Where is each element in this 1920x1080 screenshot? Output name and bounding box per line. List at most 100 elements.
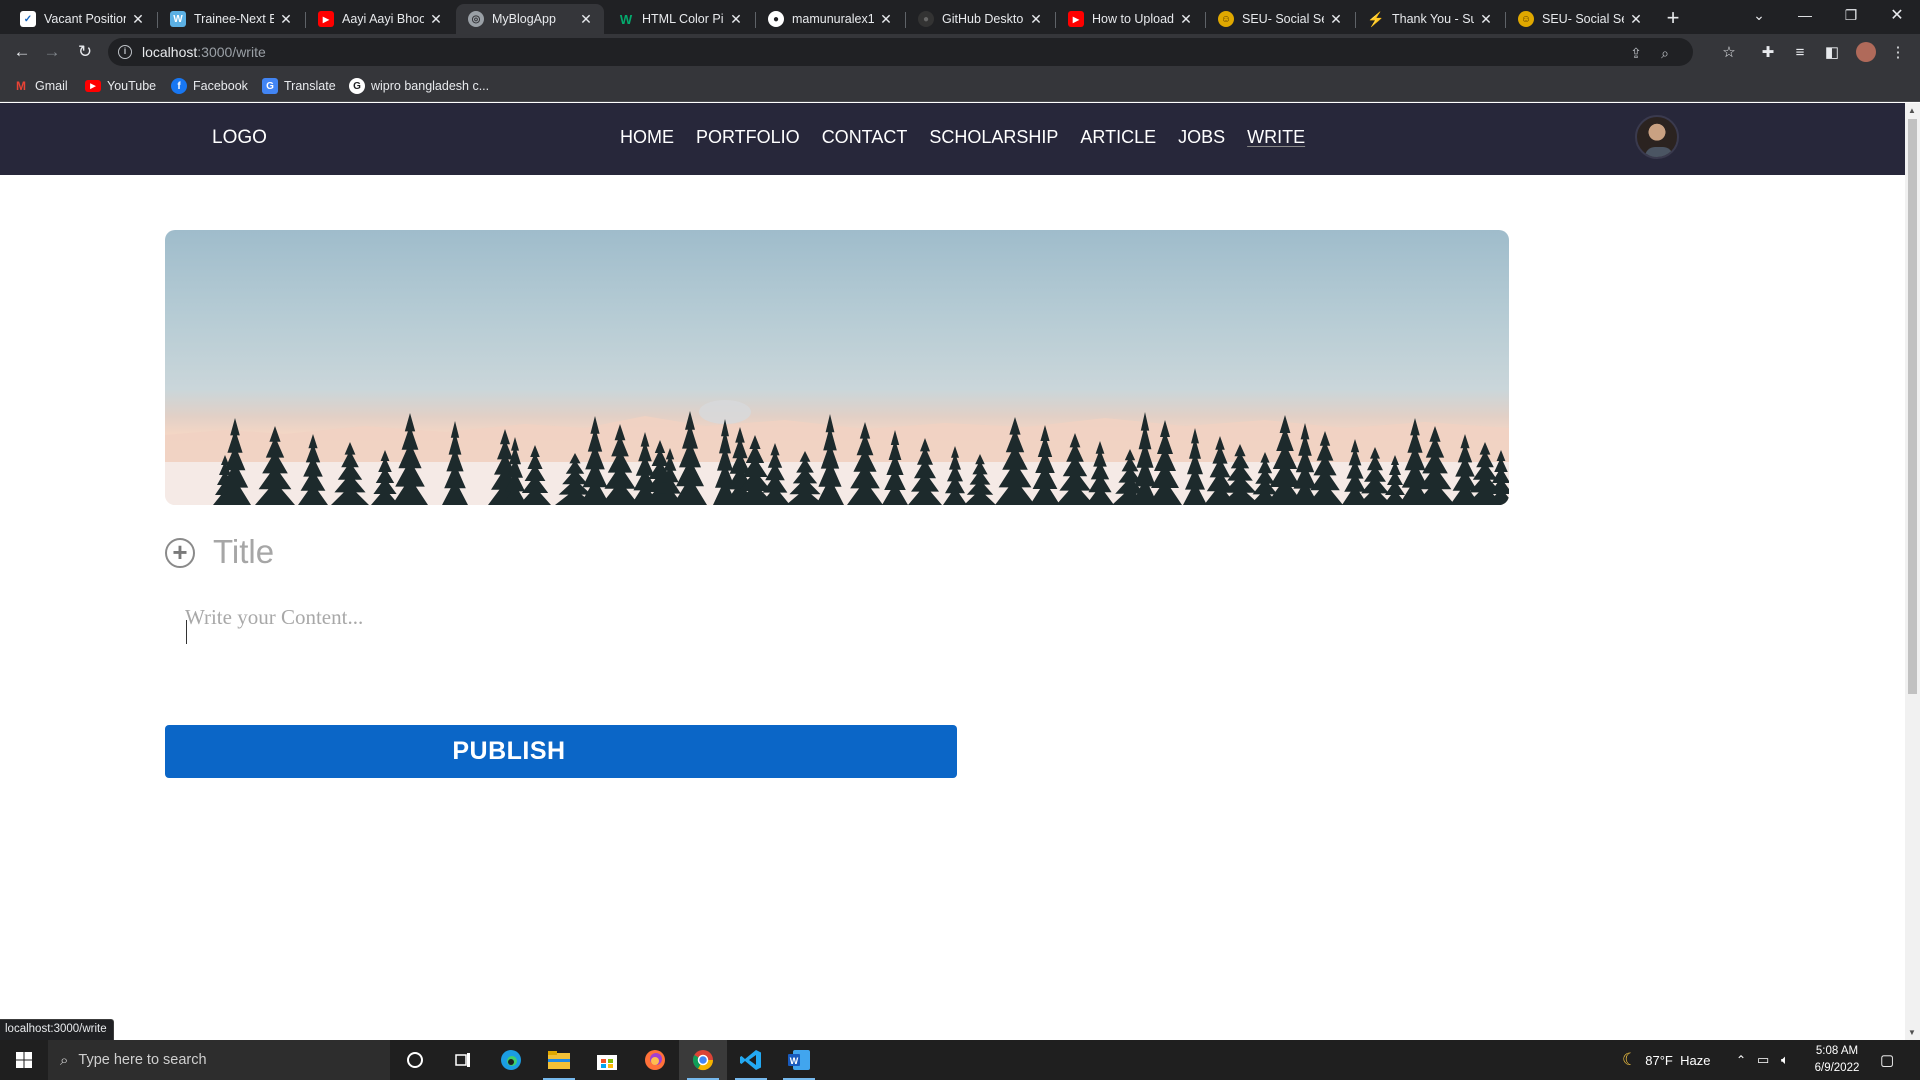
bookmark-youtube[interactable]: ▶ YouTube xyxy=(85,77,156,95)
system-clock[interactable]: 5:08 AM 6/9/2022 xyxy=(1800,1043,1874,1077)
svg-text:W: W xyxy=(790,1056,799,1066)
bolt-icon: ⚡ xyxy=(1367,10,1385,27)
seu-icon: ☺ xyxy=(1518,11,1534,27)
nav-article[interactable]: ARTICLE xyxy=(1080,127,1156,148)
store-icon[interactable] xyxy=(583,1040,631,1080)
close-icon[interactable]: ✕ xyxy=(428,11,444,28)
nav-write[interactable]: WRITE xyxy=(1247,127,1305,148)
start-button[interactable] xyxy=(0,1040,48,1080)
taskbar-search-box[interactable]: ⌕ Type here to search xyxy=(48,1040,390,1080)
scroll-up-icon[interactable]: ▲ xyxy=(1908,106,1916,115)
browser-tab[interactable]: ☺ SEU- Social Serv ✕ xyxy=(1206,4,1354,34)
close-icon[interactable]: ✕ xyxy=(278,11,294,28)
browser-tab[interactable]: W HTML Color Pick ✕ xyxy=(606,4,754,34)
vscode-icon[interactable] xyxy=(727,1040,775,1080)
close-icon[interactable]: ✕ xyxy=(728,11,744,28)
task-view-icon[interactable] xyxy=(439,1040,487,1080)
bookmark-facebook[interactable]: f Facebook xyxy=(171,77,248,95)
page-scrollbar[interactable]: ▲ ▼ xyxy=(1905,103,1920,1040)
browser-tab[interactable]: ✓ Vacant Positions ✕ xyxy=(8,4,156,34)
publish-button[interactable]: PUBLISH xyxy=(165,725,957,778)
address-bar[interactable]: i localhost:3000/write ⌕ ⇪ xyxy=(108,38,1693,66)
back-icon[interactable]: ← xyxy=(10,40,34,64)
bookmark-label: Translate xyxy=(284,79,336,93)
show-hidden-icons-icon[interactable]: ⌃ xyxy=(1736,1040,1746,1080)
zoom-icon[interactable]: ⌕ xyxy=(1656,44,1674,62)
forward-icon[interactable]: → xyxy=(40,40,64,64)
restore-icon[interactable]: ❐ xyxy=(1828,0,1874,30)
translate-icon: G xyxy=(262,78,278,94)
bookmark-label: wipro bangladesh c... xyxy=(371,79,490,93)
close-icon[interactable]: ✕ xyxy=(1178,11,1194,28)
browser-tab-active[interactable]: ◎ MyBlogApp ✕ xyxy=(456,4,604,34)
side-panel-icon[interactable]: ◧ xyxy=(1822,42,1842,62)
word-icon[interactable]: W xyxy=(775,1040,823,1080)
browser-tab[interactable]: W Trainee-Next Bu ✕ xyxy=(158,4,304,34)
address-url[interactable]: localhost:3000/write xyxy=(142,44,266,60)
tab-title: HTML Color Pick xyxy=(642,12,724,26)
site-info-icon[interactable]: i xyxy=(118,45,132,59)
bookmark-translate[interactable]: G Translate xyxy=(262,77,336,95)
browser-tab[interactable]: ● GitHub Desktop ✕ xyxy=(906,4,1054,34)
scrollbar-thumb[interactable] xyxy=(1908,119,1917,694)
content-textarea[interactable] xyxy=(185,605,1485,665)
title-input[interactable] xyxy=(213,530,1413,574)
bookmarks-bar: M Gmail ▶ YouTube f Facebook G Translate… xyxy=(0,70,1920,102)
text-caret xyxy=(186,620,187,644)
more-menu-icon[interactable]: ⋮ xyxy=(1888,42,1908,62)
close-icon[interactable]: ✕ xyxy=(878,11,894,28)
bookmark-gmail[interactable]: M Gmail xyxy=(13,77,68,95)
cortana-icon[interactable] xyxy=(391,1040,439,1080)
tab-title: SEU- Social Serv xyxy=(1242,12,1324,26)
window-close-icon[interactable]: ✕ xyxy=(1874,0,1920,30)
browser-tab[interactable]: ⚡ Thank You - Sub ✕ xyxy=(1356,4,1504,34)
user-avatar[interactable] xyxy=(1635,115,1679,159)
close-icon[interactable]: ✕ xyxy=(578,11,594,28)
browser-tab[interactable]: ▶ Aayi Aayi Bhoot ✕ xyxy=(306,4,454,34)
profile-avatar-icon[interactable] xyxy=(1856,42,1876,62)
browser-tab[interactable]: ☺ SEU- Social Serv ✕ xyxy=(1506,4,1654,34)
nav-menu: HOME PORTFOLIO CONTACT SCHOLARSHIP ARTIC… xyxy=(620,127,1327,148)
share-icon[interactable]: ⇪ xyxy=(1627,44,1645,62)
bookmark-wipro[interactable]: G wipro bangladesh c... xyxy=(349,77,489,95)
close-icon[interactable]: ✕ xyxy=(1478,11,1494,28)
new-tab-button[interactable]: + xyxy=(1660,6,1686,32)
extensions-icon[interactable]: ✚ xyxy=(1758,42,1778,62)
firefox-icon[interactable] xyxy=(631,1040,679,1080)
close-icon[interactable]: ✕ xyxy=(1328,11,1344,28)
tab-title: Aayi Aayi Bhoot xyxy=(342,12,424,26)
close-icon[interactable]: ✕ xyxy=(130,11,146,28)
nav-scholarship[interactable]: SCHOLARSHIP xyxy=(929,127,1058,148)
tab-title: How to Upload xyxy=(1092,12,1174,26)
site-navbar: LOGO HOME PORTFOLIO CONTACT SCHOLARSHIP … xyxy=(0,103,1905,175)
network-icon[interactable]: ▭ xyxy=(1757,1040,1769,1080)
edge-icon[interactable] xyxy=(487,1040,535,1080)
nav-portfolio[interactable]: PORTFOLIO xyxy=(696,127,800,148)
snowy-forest-image xyxy=(165,400,1509,505)
nav-jobs[interactable]: JOBS xyxy=(1178,127,1225,148)
github-icon: ● xyxy=(918,11,934,27)
site-logo[interactable]: LOGO xyxy=(212,127,267,149)
bookmark-star-icon[interactable]: ☆ xyxy=(1719,42,1739,62)
file-explorer-icon[interactable] xyxy=(535,1040,583,1080)
close-icon[interactable]: ✕ xyxy=(1028,11,1044,28)
volume-icon[interactable]: 🔈︎ xyxy=(1781,1040,1789,1080)
browser-tab[interactable]: ● mamunuralex16 ✕ xyxy=(756,4,904,34)
notifications-icon[interactable]: ▢ xyxy=(1880,1040,1894,1080)
scroll-down-icon[interactable]: ▼ xyxy=(1908,1028,1916,1037)
clock-time: 5:08 AM xyxy=(1815,1045,1859,1057)
youtube-icon: ▶ xyxy=(85,80,101,92)
reload-icon[interactable]: ↻ xyxy=(73,40,97,64)
browser-toolbar: ← → ↻ i localhost:3000/write ⌕ ⇪ ☆ ✚ ≡ ◧… xyxy=(0,34,1920,70)
minimize-icon[interactable]: — xyxy=(1782,0,1828,30)
chrome-icon[interactable] xyxy=(679,1040,727,1080)
nav-contact[interactable]: CONTACT xyxy=(822,127,908,148)
nav-home[interactable]: HOME xyxy=(620,127,674,148)
close-icon[interactable]: ✕ xyxy=(1628,11,1644,28)
weather-widget[interactable]: ☾ 87°F Haze xyxy=(1622,1040,1710,1080)
tab-search-icon[interactable]: ⌄ xyxy=(1736,0,1782,30)
media-control-icon[interactable]: ≡ xyxy=(1790,42,1810,62)
add-image-icon[interactable]: + xyxy=(165,538,195,568)
search-icon: ⌕ xyxy=(60,1051,69,1069)
browser-tab[interactable]: ▶ How to Upload ✕ xyxy=(1056,4,1204,34)
